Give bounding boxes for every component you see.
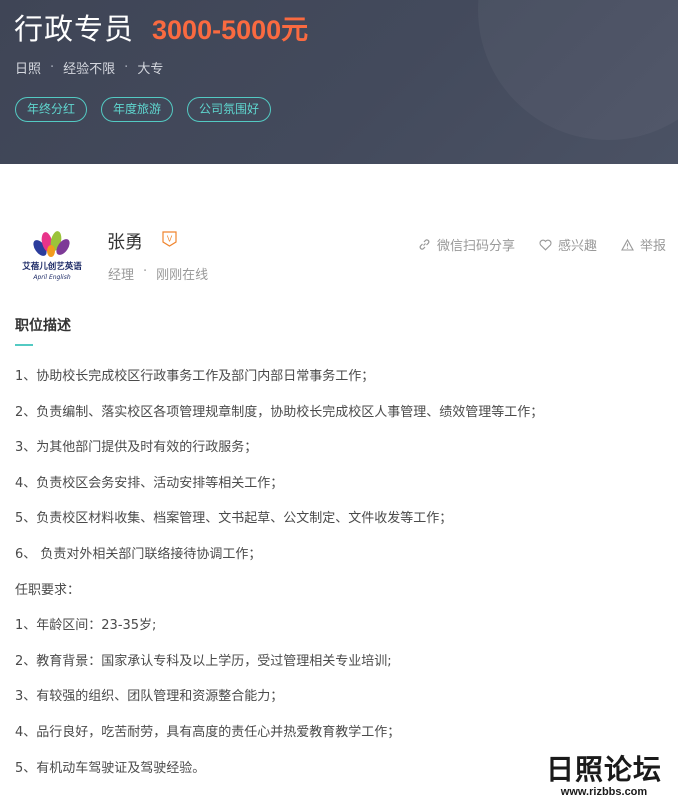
site-watermark: 日照论坛 www.rizbbs.com: [540, 753, 668, 799]
recruiter-status: 刚刚在线: [156, 268, 209, 283]
description-line: 6、 负责对外相关部门联络接待协调工作；: [15, 546, 262, 562]
job-location: 日照: [15, 62, 42, 77]
description-line: 3、为其他部门提供及时有效的行政服务；: [15, 440, 258, 456]
meta-separator: ·: [124, 60, 129, 75]
salary: 3000-5000元: [152, 15, 309, 45]
heart-icon: [539, 239, 552, 251]
title-row: 行政专员 3000-5000元: [14, 6, 308, 48]
recruiter-role: 经理: [108, 268, 135, 283]
warning-icon: [621, 238, 634, 251]
meta-separator: ·: [50, 60, 55, 75]
benefit-tags: 年终分红 年度旅游 公司氛围好: [15, 97, 285, 122]
badge-letter: V: [167, 235, 173, 244]
section-underline: [15, 344, 33, 346]
meta-separator: ·: [143, 264, 148, 279]
requirement-line: 2、教育背景：国家承认专科及以上学历，受过管理相关专业培训;: [15, 653, 392, 669]
requirement-line: 3、有较强的组织、团队管理和资源整合能力；: [15, 689, 284, 705]
share-button[interactable]: 微信扫码分享: [418, 235, 515, 254]
share-label: 微信扫码分享: [436, 239, 515, 254]
benefit-tag: 公司氛围好: [187, 97, 272, 122]
description-line: 4、负责校区会务安排、活动安排等相关工作；: [15, 475, 284, 491]
requirement-line: 1、年龄区间：23-35岁;: [15, 618, 157, 634]
job-header: 行政专员 3000-5000元 日照 · 经验不限 · 大专 年终分红 年度旅游…: [0, 0, 678, 164]
interest-button[interactable]: 感兴趣: [539, 235, 597, 254]
report-label: 举报: [639, 239, 666, 254]
logo-name-cn: 艾蓓儿创艺英语: [22, 262, 82, 272]
watermark-url: www.rizbbs.com: [560, 786, 648, 798]
logo-name-en: April English: [33, 274, 71, 281]
description-line: 5、负责校区材料收集、档案管理、文书起草、公文制定、文件收发等工作；: [15, 511, 453, 527]
watermark-name: 日照论坛: [545, 753, 662, 786]
job-meta: 日照 · 经验不限 · 大专: [15, 58, 163, 77]
report-button[interactable]: 举报: [621, 235, 666, 254]
action-bar: 微信扫码分享 感兴趣 举报: [394, 235, 666, 254]
requirements-heading: 任职要求：: [15, 582, 81, 598]
verified-badge-icon: V: [162, 231, 177, 247]
job-experience: 经验不限: [63, 62, 116, 77]
recruiter-profile: 艾蓓儿创艺英语 April English 张勇 V 经理 · 刚刚在线 微信扫…: [0, 215, 678, 290]
header-decoration: [478, 0, 678, 140]
benefit-tag: 年终分红: [15, 97, 88, 122]
section-title: 职位描述: [15, 318, 71, 334]
benefit-tag: 年度旅游: [101, 97, 174, 122]
job-title: 行政专员: [14, 12, 135, 46]
company-logo[interactable]: 艾蓓儿创艺英语 April English: [16, 227, 88, 289]
link-icon: [419, 239, 430, 250]
recruiter-meta: 经理 · 刚刚在线: [108, 264, 208, 283]
description-line: 1、协助校长完成校区行政事务工作及部门内部日常事务工作；: [15, 369, 375, 384]
flower-logo-icon: [33, 231, 70, 257]
interest-label: 感兴趣: [557, 239, 597, 254]
job-description: 1、协助校长完成校区行政事务工作及部门内部日常事务工作； 2、负责编制、落实校区…: [15, 367, 665, 794]
recruiter-name: 张勇: [107, 232, 143, 253]
description-line: 2、负责编制、落实校区各项管理规章制度，协助校长完成校区人事管理、绩效管理等工作…: [15, 404, 544, 420]
job-education: 大专: [137, 62, 164, 77]
